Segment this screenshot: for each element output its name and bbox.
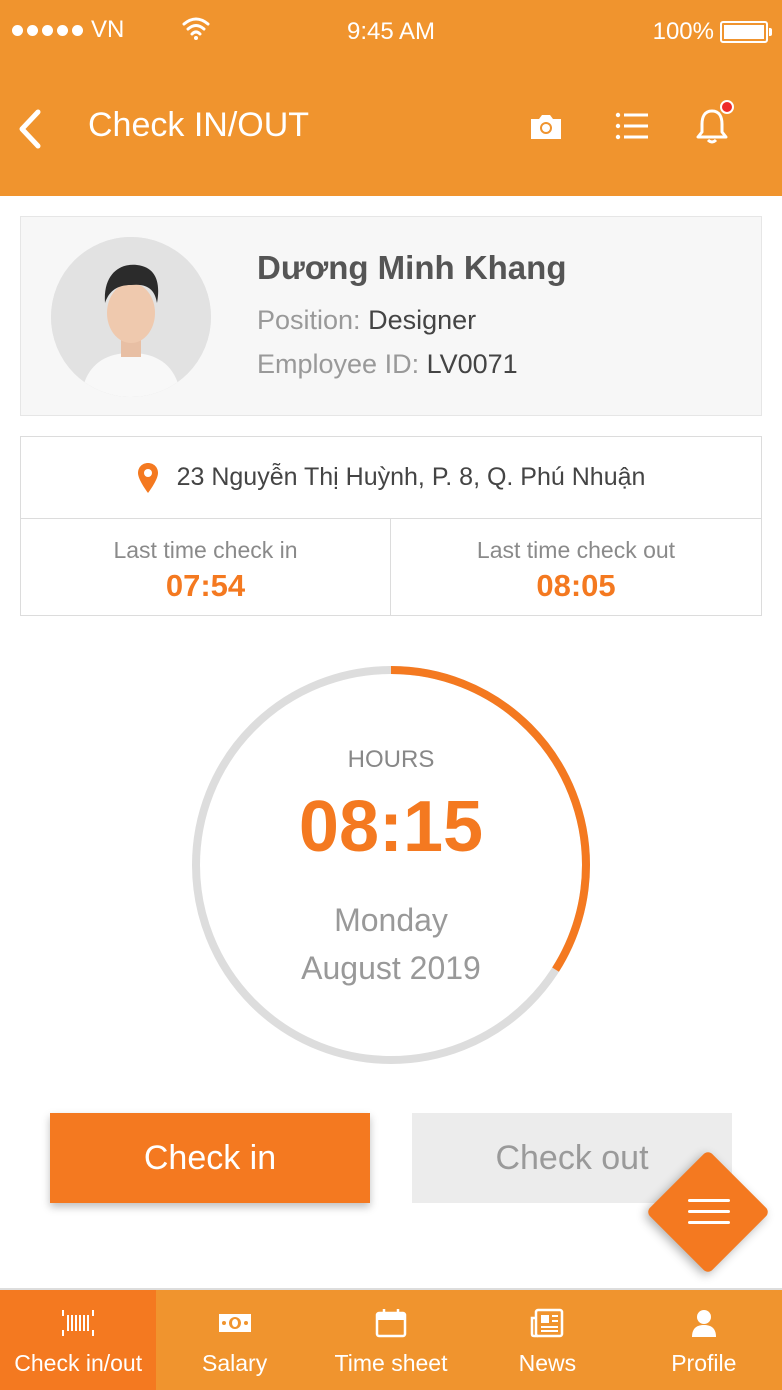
person-icon — [691, 1310, 716, 1337]
check-in-button[interactable]: Check in — [50, 1113, 370, 1203]
hours-progress-ring: HOURS 08:15 Monday August 2019 — [190, 664, 592, 1066]
location-card: 23 Nguyễn Thị Huỳnh, P. 8, Q. Phú Nhuận … — [20, 436, 762, 616]
notification-badge — [720, 100, 734, 114]
tab-salary[interactable]: Salary — [156, 1290, 312, 1390]
tab-label: Check in/out — [14, 1350, 143, 1376]
month-year-text: August 2019 — [301, 950, 481, 986]
location-pin-icon — [137, 462, 158, 493]
hours-label: HOURS — [347, 746, 435, 773]
barcode-icon — [62, 1310, 95, 1336]
tab-time-sheet[interactable]: Time sheet — [313, 1290, 469, 1390]
battery-status: 100% — [652, 18, 772, 46]
calendar-icon — [375, 1309, 407, 1338]
battery-percent: 100% — [652, 18, 714, 45]
hours-value: 08:15 — [298, 787, 484, 867]
tab-label: Salary — [202, 1350, 268, 1376]
employee-id-label: Employee ID: — [257, 349, 420, 379]
money-icon — [218, 1314, 251, 1332]
employee-id-value: LV0071 — [426, 349, 518, 379]
last-check-in: Last time check in 07:54 — [21, 519, 391, 615]
tab-check-in-out[interactable]: Check in/out — [0, 1290, 157, 1390]
battery-icon — [720, 21, 772, 43]
position-value: Designer — [368, 305, 477, 335]
last-check-out-label: Last time check out — [476, 537, 676, 563]
address-text: 23 Nguyễn Thị Huỳnh, P. 8, Q. Phú Nhuận — [176, 463, 646, 491]
tab-label: Profile — [671, 1350, 737, 1376]
employee-name: Dương Minh Khang — [257, 249, 567, 286]
tab-profile[interactable]: Profile — [626, 1290, 782, 1390]
camera-icon[interactable] — [526, 106, 566, 146]
page-title: Check IN/OUT — [88, 106, 310, 144]
header: Check IN/OUT — [0, 62, 782, 196]
avatar-photo — [51, 237, 211, 397]
newspaper-icon — [531, 1308, 564, 1338]
position-label: Position: — [257, 305, 361, 335]
employee-id-row: Employee ID: LV0071 — [257, 349, 518, 380]
address-row: 23 Nguyễn Thị Huỳnh, P. 8, Q. Phú Nhuận — [21, 437, 761, 519]
tab-label: Time sheet — [334, 1350, 448, 1376]
bottom-navigation: Check in/out Salary Time sheet News Prof… — [0, 1288, 782, 1390]
status-bar: VN 9:45 AM 100% — [0, 0, 782, 62]
avatar — [51, 237, 211, 397]
tab-news[interactable]: News — [469, 1290, 625, 1390]
back-arrow-icon[interactable] — [14, 104, 50, 154]
tab-label: News — [518, 1350, 577, 1376]
last-check-in-label: Last time check in — [113, 537, 298, 563]
weekday-text: Monday — [334, 902, 448, 938]
employee-profile-card: Dương Minh Khang Position: Designer Empl… — [20, 216, 762, 416]
position-row: Position: Designer — [257, 305, 476, 336]
list-icon[interactable] — [612, 106, 652, 146]
last-check-out: Last time check out 08:05 — [391, 519, 761, 615]
notification-bell-button[interactable] — [692, 100, 734, 146]
last-check-in-value: 07:54 — [165, 568, 246, 603]
last-check-out-value: 08:05 — [536, 568, 616, 603]
